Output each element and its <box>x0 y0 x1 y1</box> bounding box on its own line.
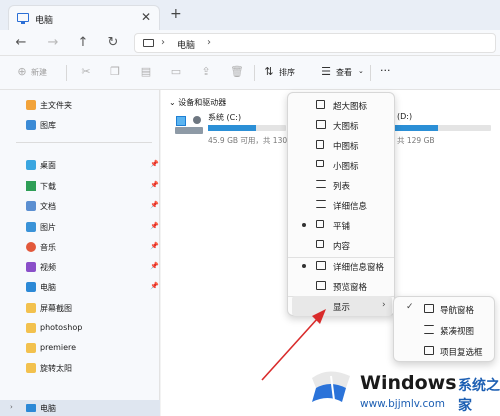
annotation-arrow <box>261 309 326 381</box>
watermark-url: www.bjjmlv.com <box>360 398 445 410</box>
watermark-cn: 系统之家 <box>458 378 500 414</box>
watermark-brand: Windows <box>360 372 457 394</box>
windows-logo-icon <box>312 371 350 402</box>
watermark: Windows 系统之家 www.bjjmlv.com <box>308 362 500 416</box>
